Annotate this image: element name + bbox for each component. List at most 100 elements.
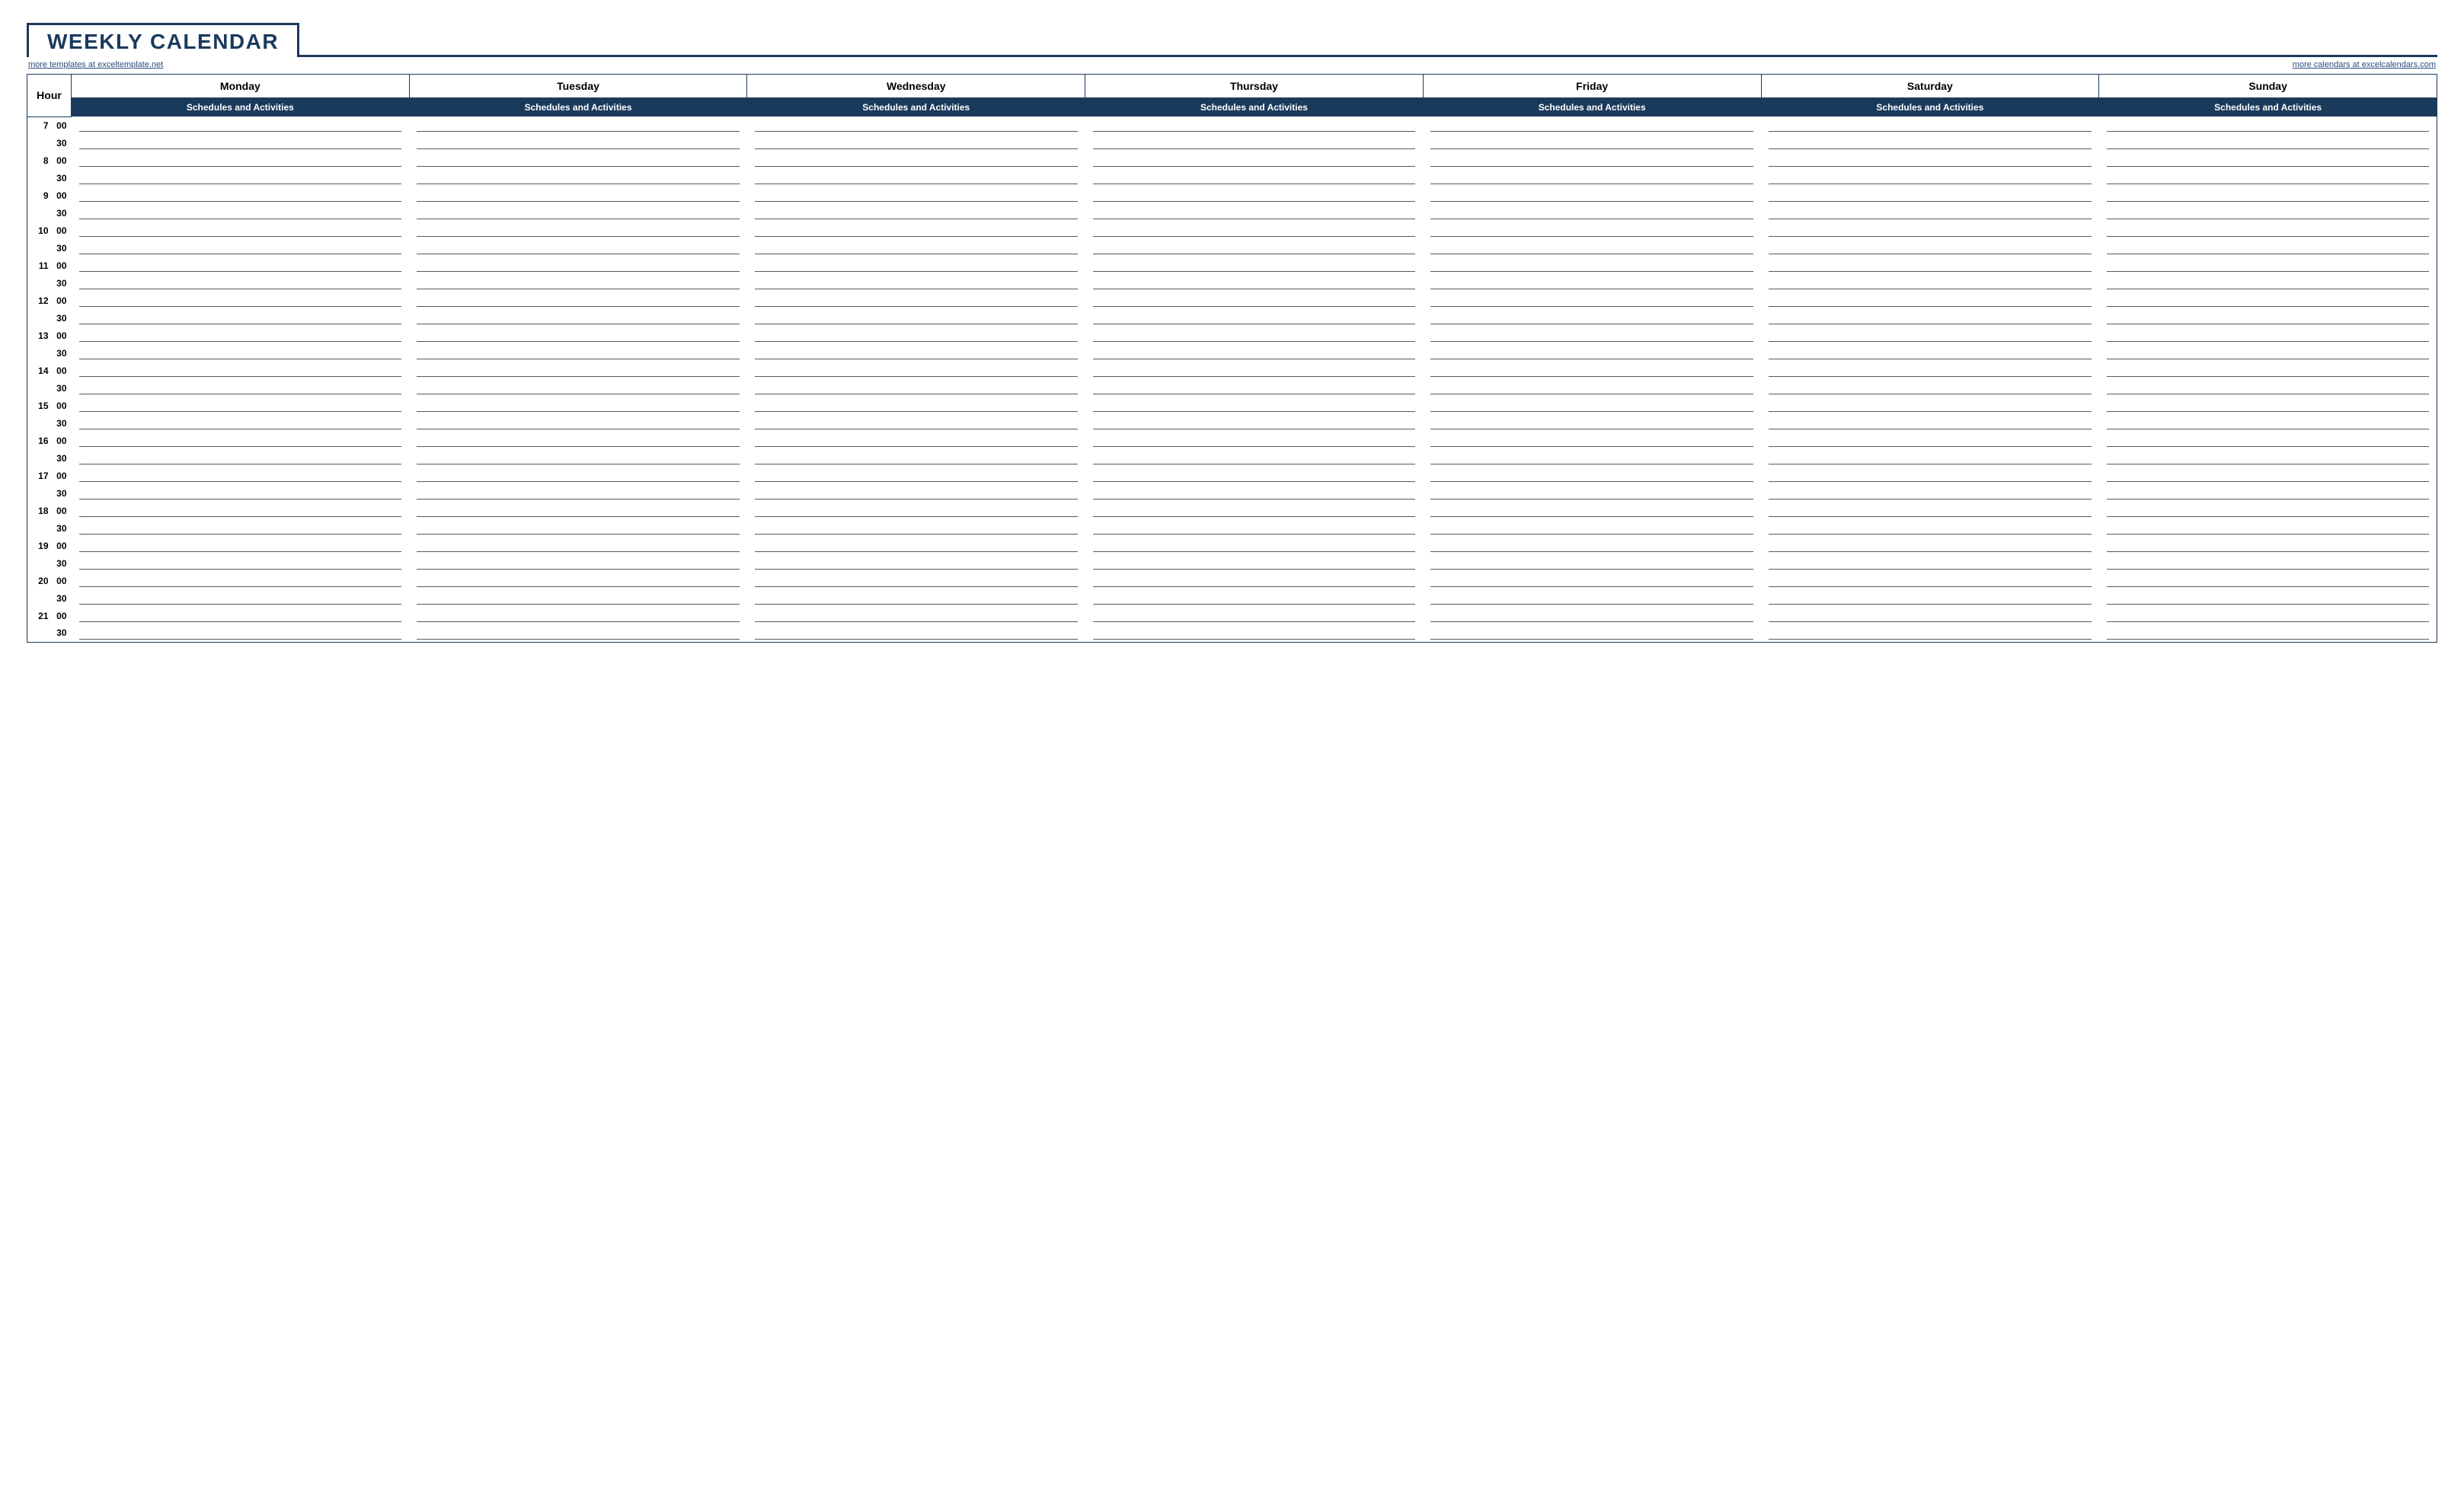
schedule-slot[interactable] bbox=[1423, 257, 1761, 274]
schedule-slot[interactable] bbox=[72, 274, 410, 292]
schedule-slot[interactable] bbox=[72, 624, 410, 642]
schedule-slot[interactable] bbox=[747, 344, 1085, 362]
schedule-slot[interactable] bbox=[72, 169, 410, 187]
schedule-slot[interactable] bbox=[2099, 344, 2437, 362]
schedule-slot[interactable] bbox=[747, 432, 1085, 449]
schedule-slot[interactable] bbox=[747, 572, 1085, 589]
schedule-slot[interactable] bbox=[409, 117, 747, 134]
schedule-slot[interactable] bbox=[409, 204, 747, 222]
schedule-slot[interactable] bbox=[1423, 362, 1761, 379]
schedule-slot[interactable] bbox=[1085, 379, 1424, 397]
schedule-slot[interactable] bbox=[409, 397, 747, 414]
schedule-slot[interactable] bbox=[1761, 502, 2099, 519]
link-more-templates[interactable]: more templates at exceltemplate.net bbox=[28, 60, 163, 69]
schedule-slot[interactable] bbox=[1423, 169, 1761, 187]
schedule-slot[interactable] bbox=[2099, 187, 2437, 204]
schedule-slot[interactable] bbox=[747, 257, 1085, 274]
schedule-slot[interactable] bbox=[1761, 519, 2099, 537]
schedule-slot[interactable] bbox=[747, 624, 1085, 642]
schedule-slot[interactable] bbox=[409, 257, 747, 274]
schedule-slot[interactable] bbox=[72, 187, 410, 204]
schedule-slot[interactable] bbox=[409, 432, 747, 449]
schedule-slot[interactable] bbox=[1423, 519, 1761, 537]
schedule-slot[interactable] bbox=[1761, 204, 2099, 222]
schedule-slot[interactable] bbox=[1761, 344, 2099, 362]
schedule-slot[interactable] bbox=[747, 309, 1085, 327]
schedule-slot[interactable] bbox=[409, 467, 747, 484]
schedule-slot[interactable] bbox=[1423, 379, 1761, 397]
schedule-slot[interactable] bbox=[747, 292, 1085, 309]
schedule-slot[interactable] bbox=[1423, 414, 1761, 432]
schedule-slot[interactable] bbox=[1085, 607, 1424, 624]
schedule-slot[interactable] bbox=[747, 274, 1085, 292]
schedule-slot[interactable] bbox=[747, 607, 1085, 624]
schedule-slot[interactable] bbox=[1423, 484, 1761, 502]
schedule-slot[interactable] bbox=[1761, 379, 2099, 397]
schedule-slot[interactable] bbox=[1423, 467, 1761, 484]
schedule-slot[interactable] bbox=[72, 554, 410, 572]
schedule-slot[interactable] bbox=[1085, 519, 1424, 537]
schedule-slot[interactable] bbox=[2099, 292, 2437, 309]
schedule-slot[interactable] bbox=[747, 519, 1085, 537]
schedule-slot[interactable] bbox=[1423, 572, 1761, 589]
schedule-slot[interactable] bbox=[747, 589, 1085, 607]
schedule-slot[interactable] bbox=[747, 537, 1085, 554]
schedule-slot[interactable] bbox=[1085, 397, 1424, 414]
schedule-slot[interactable] bbox=[409, 624, 747, 642]
schedule-slot[interactable] bbox=[1423, 537, 1761, 554]
schedule-slot[interactable] bbox=[2099, 607, 2437, 624]
schedule-slot[interactable] bbox=[747, 467, 1085, 484]
schedule-slot[interactable] bbox=[409, 292, 747, 309]
schedule-slot[interactable] bbox=[1085, 152, 1424, 169]
schedule-slot[interactable] bbox=[1423, 502, 1761, 519]
schedule-slot[interactable] bbox=[2099, 502, 2437, 519]
schedule-slot[interactable] bbox=[1761, 152, 2099, 169]
schedule-slot[interactable] bbox=[72, 257, 410, 274]
schedule-slot[interactable] bbox=[1761, 362, 2099, 379]
schedule-slot[interactable] bbox=[1085, 134, 1424, 152]
schedule-slot[interactable] bbox=[72, 327, 410, 344]
schedule-slot[interactable] bbox=[1085, 537, 1424, 554]
schedule-slot[interactable] bbox=[1085, 222, 1424, 239]
schedule-slot[interactable] bbox=[409, 484, 747, 502]
schedule-slot[interactable] bbox=[1085, 257, 1424, 274]
schedule-slot[interactable] bbox=[747, 397, 1085, 414]
schedule-slot[interactable] bbox=[72, 239, 410, 257]
schedule-slot[interactable] bbox=[2099, 414, 2437, 432]
schedule-slot[interactable] bbox=[1761, 397, 2099, 414]
schedule-slot[interactable] bbox=[1085, 117, 1424, 134]
schedule-slot[interactable] bbox=[409, 502, 747, 519]
schedule-slot[interactable] bbox=[72, 309, 410, 327]
schedule-slot[interactable] bbox=[1761, 554, 2099, 572]
schedule-slot[interactable] bbox=[1761, 222, 2099, 239]
schedule-slot[interactable] bbox=[747, 204, 1085, 222]
schedule-slot[interactable] bbox=[1761, 169, 2099, 187]
schedule-slot[interactable] bbox=[1423, 589, 1761, 607]
schedule-slot[interactable] bbox=[1761, 274, 2099, 292]
schedule-slot[interactable] bbox=[1423, 449, 1761, 467]
schedule-slot[interactable] bbox=[409, 554, 747, 572]
schedule-slot[interactable] bbox=[1761, 257, 2099, 274]
schedule-slot[interactable] bbox=[409, 589, 747, 607]
schedule-slot[interactable] bbox=[1761, 484, 2099, 502]
schedule-slot[interactable] bbox=[409, 239, 747, 257]
schedule-slot[interactable] bbox=[1085, 432, 1424, 449]
schedule-slot[interactable] bbox=[2099, 397, 2437, 414]
schedule-slot[interactable] bbox=[1085, 169, 1424, 187]
schedule-slot[interactable] bbox=[747, 152, 1085, 169]
schedule-slot[interactable] bbox=[1085, 589, 1424, 607]
schedule-slot[interactable] bbox=[1761, 432, 2099, 449]
schedule-slot[interactable] bbox=[72, 292, 410, 309]
schedule-slot[interactable] bbox=[2099, 117, 2437, 134]
schedule-slot[interactable] bbox=[747, 187, 1085, 204]
schedule-slot[interactable] bbox=[2099, 624, 2437, 642]
schedule-slot[interactable] bbox=[1761, 327, 2099, 344]
link-more-calendars[interactable]: more calendars at excelcalendars.com bbox=[2293, 60, 2436, 69]
schedule-slot[interactable] bbox=[1761, 414, 2099, 432]
schedule-slot[interactable] bbox=[72, 379, 410, 397]
schedule-slot[interactable] bbox=[747, 362, 1085, 379]
schedule-slot[interactable] bbox=[1761, 537, 2099, 554]
schedule-slot[interactable] bbox=[1423, 274, 1761, 292]
schedule-slot[interactable] bbox=[1761, 589, 2099, 607]
schedule-slot[interactable] bbox=[747, 449, 1085, 467]
